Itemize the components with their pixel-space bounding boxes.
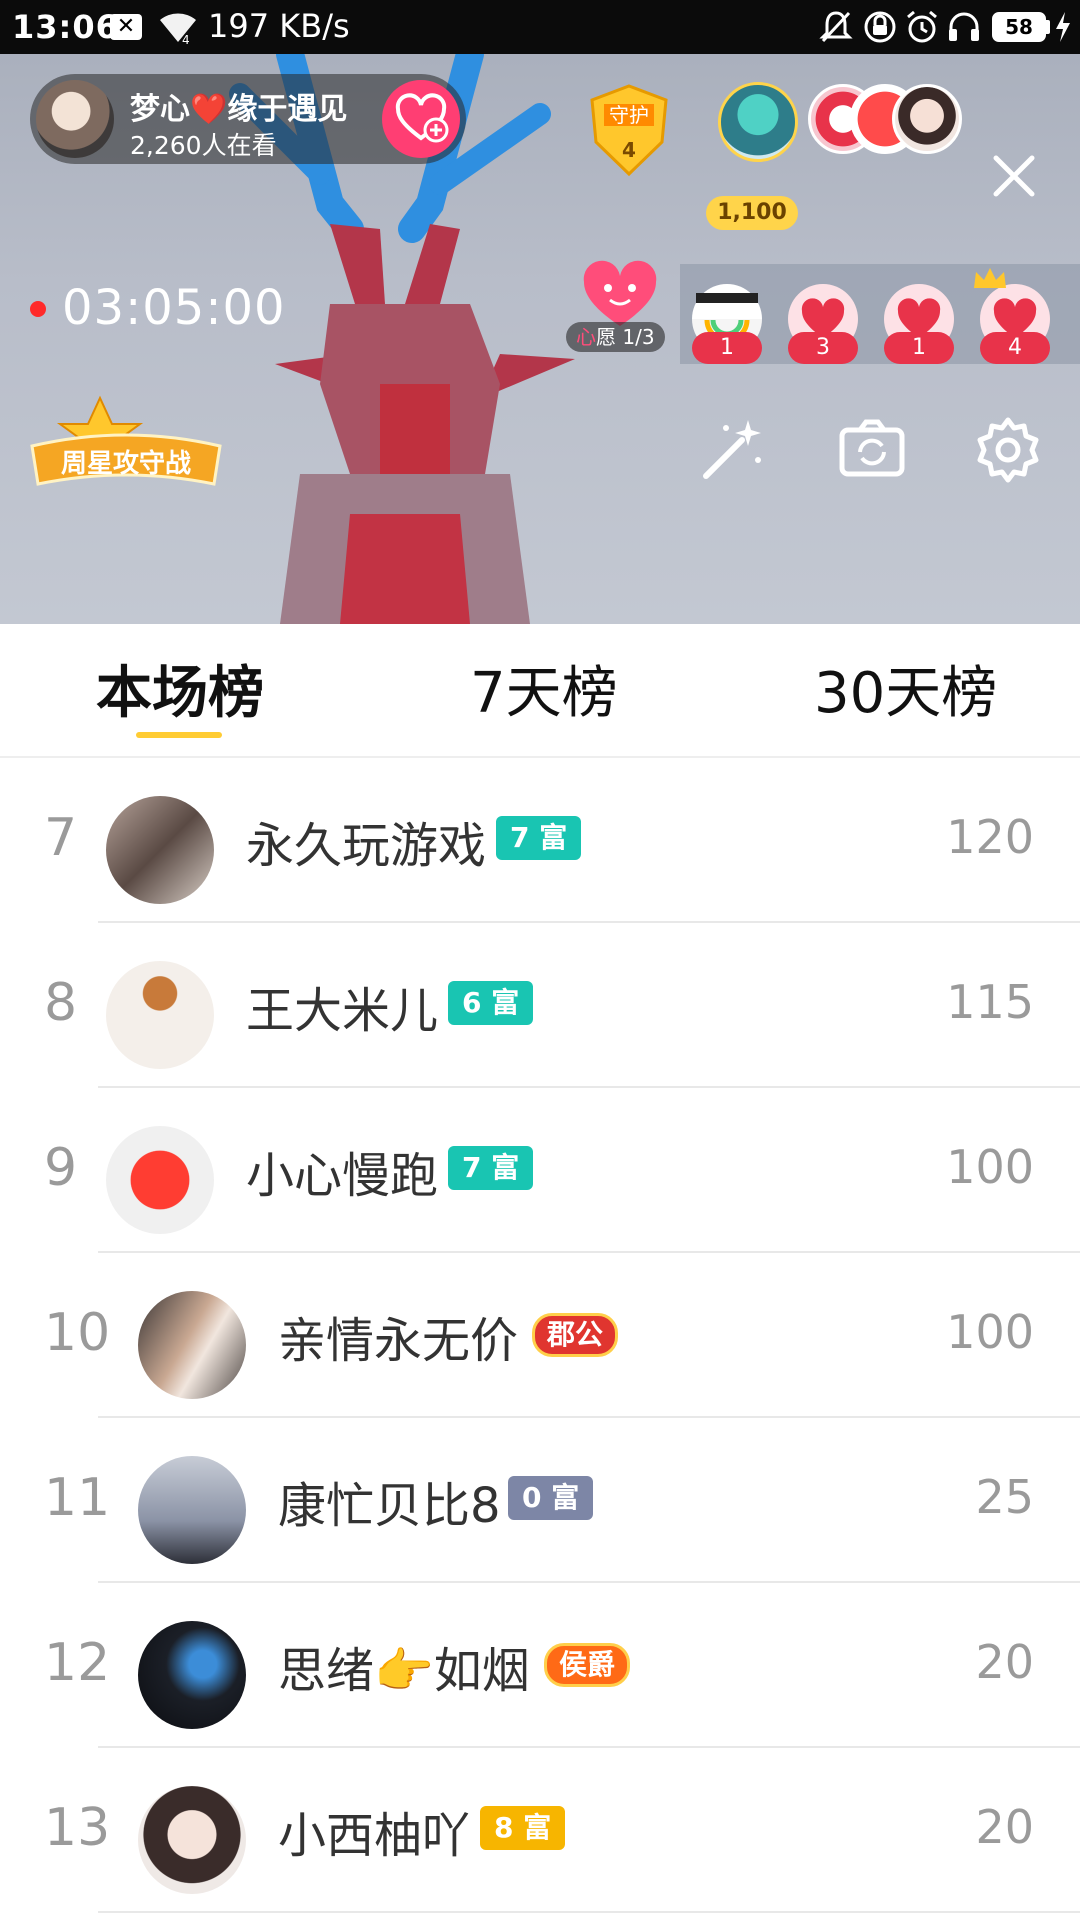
recording-dot-icon: [30, 301, 46, 317]
mute-icon: [819, 11, 853, 43]
contribution-score: 100: [946, 1305, 1034, 1359]
wifi-icon: 4: [160, 13, 196, 46]
viewer-count: 2,260人在看: [130, 131, 277, 160]
ranking-row[interactable]: 10 亲情永无价 郡公 100: [0, 1253, 1080, 1418]
week-star-battle-banner[interactable]: 周星攻守战: [28, 394, 224, 492]
user-name: 小西柚吖: [278, 1808, 471, 1864]
host-name: 梦心❤️缘于遇见: [130, 92, 348, 127]
rank-number: 13: [44, 1798, 111, 1858]
ranking-row[interactable]: 13 小西柚吖 8 富 20: [0, 1748, 1080, 1913]
guard-label: 守护: [609, 103, 649, 127]
svg-text:4: 4: [182, 33, 190, 46]
contribution-score: 100: [946, 1140, 1034, 1194]
avatar[interactable]: [106, 1126, 214, 1234]
live-duration: 03:05:00: [62, 280, 286, 336]
close-icon[interactable]: [984, 146, 1044, 206]
rank-number: 12: [44, 1633, 111, 1693]
live-video-area[interactable]: 梦心❤️缘于遇见 2,260人在看 守护 4 1,100 03:05:00 心愿…: [0, 54, 1080, 624]
gift-count-4: 4: [980, 332, 1050, 364]
user-name: 小心慢跑: [246, 1148, 439, 1204]
avatar[interactable]: [138, 1621, 246, 1729]
guard-badge[interactable]: 守护 4: [584, 82, 674, 182]
contribution-score: 20: [975, 1635, 1034, 1689]
alarm-icon: [907, 10, 937, 43]
user-name: 亲情永无价: [278, 1313, 519, 1369]
guard-shield-icon: 守护: [590, 84, 668, 177]
heart-plus-icon: [395, 93, 449, 143]
rank-number: 10: [44, 1303, 111, 1363]
lock-rotation-icon: [864, 11, 896, 43]
rank-number: 8: [44, 973, 78, 1033]
gift-count-3: 1: [884, 332, 954, 364]
follow-button[interactable]: [382, 80, 460, 158]
coin-counter[interactable]: 1,100: [706, 196, 798, 230]
rank-number: 9: [44, 1138, 78, 1198]
user-name: 永久玩游戏: [246, 818, 487, 874]
wish-prefix: 心: [576, 325, 596, 349]
avatar[interactable]: [138, 1291, 246, 1399]
wealth-badge: 7 富: [496, 816, 582, 860]
contribution-score: 20: [975, 1800, 1034, 1854]
gift-count-2: 3: [788, 332, 858, 364]
wealth-badge: 8 富: [480, 1806, 566, 1850]
ranking-row[interactable]: 11 康忙贝比8 0 富 25: [0, 1418, 1080, 1583]
wealth-badge: 0 富: [508, 1476, 594, 1520]
avatar[interactable]: [138, 1786, 246, 1894]
wealth-badge: 6 富: [448, 981, 534, 1025]
tab-this-session[interactable]: 本场榜: [96, 648, 264, 729]
user-name: 王大米儿: [246, 983, 439, 1039]
wealth-badge: 7 富: [448, 1146, 534, 1190]
headset-icon: [949, 12, 979, 41]
top-viewer-avatar-4[interactable]: [892, 84, 962, 154]
tab-30-days[interactable]: 30天榜: [814, 648, 997, 729]
tab-7-days[interactable]: 7天榜: [470, 648, 618, 729]
ranking-row[interactable]: 8 王大米儿 6 富 115: [0, 923, 1080, 1088]
host-avatar[interactable]: [36, 80, 114, 158]
week-star-label: 周星攻守战: [61, 448, 191, 479]
ranking-row[interactable]: 9 小心慢跑 7 富 100: [0, 1088, 1080, 1253]
user-name: 康忙贝比8: [278, 1478, 501, 1534]
crown-icon: [974, 268, 1006, 288]
network-speed: 197 KB/s: [208, 7, 350, 45]
gift-count-1: 1: [692, 332, 762, 364]
ranking-tabs: 本场榜 7天榜 30天榜: [0, 624, 1080, 758]
noble-badge: 侯爵: [544, 1643, 631, 1687]
user-name: 思绪👉如烟: [278, 1643, 530, 1699]
host-info-pill[interactable]: 梦心❤️缘于遇见 2,260人在看: [30, 74, 466, 164]
top-viewer-avatar-1[interactable]: [718, 82, 798, 162]
status-bar: 13:06 ✕ 4 197 KB/s 58: [0, 0, 1080, 54]
avatar[interactable]: [106, 961, 214, 1069]
wish-text: 愿 1/3: [596, 325, 655, 349]
contribution-score: 25: [975, 1470, 1034, 1524]
rank-number: 7: [44, 808, 78, 868]
magic-wand-icon[interactable]: [696, 414, 768, 486]
charging-icon: [1056, 12, 1070, 42]
avatar[interactable]: [106, 796, 214, 904]
noble-badge: 郡公: [532, 1313, 619, 1357]
avatar[interactable]: [138, 1456, 246, 1564]
ranking-row[interactable]: 12 思绪👉如烟 侯爵 20: [0, 1583, 1080, 1748]
divider: [98, 1911, 1080, 1913]
battery-indicator: 58: [992, 12, 1046, 42]
active-tab-indicator: [136, 732, 222, 738]
wish-heart-icon[interactable]: [580, 260, 660, 330]
flip-camera-icon[interactable]: [836, 414, 908, 486]
ranking-row[interactable]: 7 永久玩游戏 7 富 120: [0, 758, 1080, 923]
status-time: 13:06: [12, 8, 119, 46]
guard-count: 4: [622, 138, 636, 162]
rank-number: 11: [44, 1468, 111, 1528]
wish-progress[interactable]: 心愿 1/3: [566, 322, 665, 352]
notification-icon: ✕: [110, 14, 142, 40]
contribution-score: 120: [946, 810, 1034, 864]
settings-gear-icon[interactable]: [972, 414, 1044, 486]
battery-tip: [1046, 20, 1050, 34]
contribution-score: 115: [946, 975, 1034, 1029]
